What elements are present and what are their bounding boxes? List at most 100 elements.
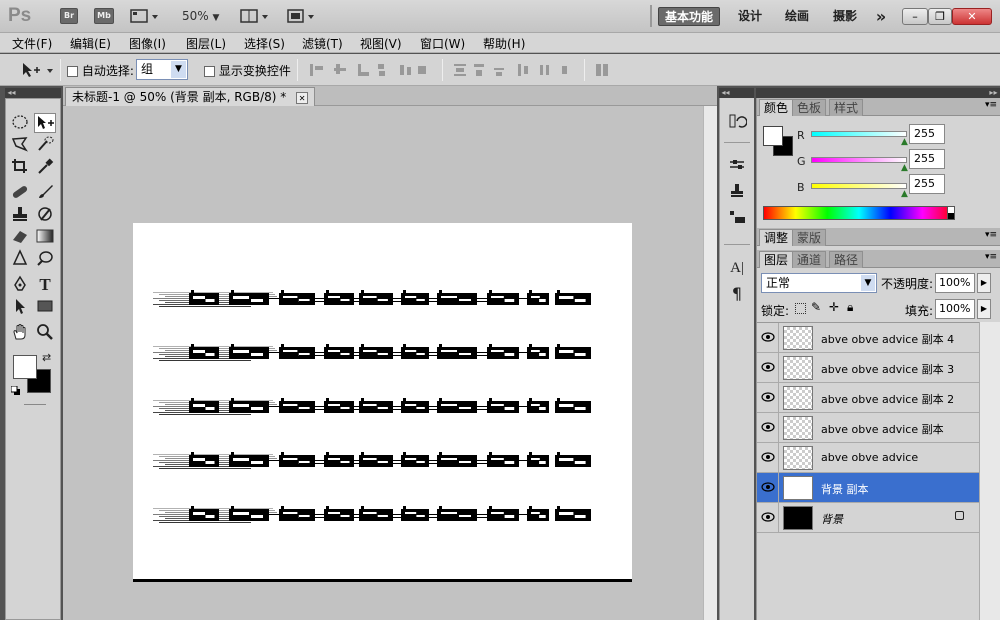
icon-panel-collapse-strip[interactable]: ◂◂ xyxy=(719,88,754,98)
history-brush-tool[interactable] xyxy=(34,205,56,225)
visibility-toggle[interactable] xyxy=(757,413,779,443)
foreground-color-swatch[interactable] xyxy=(13,355,37,379)
layer-row[interactable]: abve obve advice 副本 2 xyxy=(757,383,979,413)
workspace-essentials[interactable]: 基本功能 xyxy=(658,7,720,26)
opacity-arrow-icon[interactable]: ▶ xyxy=(977,273,991,293)
crop-tool[interactable] xyxy=(9,157,31,177)
slider-thumb-icon[interactable]: ▲ xyxy=(901,163,908,173)
fill-arrow-icon[interactable]: ▶ xyxy=(977,299,991,319)
blur-tool[interactable] xyxy=(9,249,31,269)
mini-bridge-button[interactable]: Mb xyxy=(94,8,114,24)
menu-select[interactable]: 选择(S) xyxy=(244,35,285,52)
auto-align-button[interactable] xyxy=(594,61,612,79)
close-button[interactable]: ✕ xyxy=(952,8,992,25)
clone-source-icon[interactable] xyxy=(726,182,748,202)
restore-button[interactable]: ❐ xyxy=(928,8,952,25)
blend-mode-dropdown[interactable]: 正常 ▼ xyxy=(761,273,877,293)
tab-swatches[interactable]: 色板 xyxy=(792,99,827,116)
panels-collapse-strip[interactable]: ▸▸ xyxy=(756,88,1000,98)
lock-position-icon[interactable]: ✛ xyxy=(829,300,839,314)
pen-tool[interactable] xyxy=(9,275,31,295)
brush-presets-icon[interactable] xyxy=(726,156,748,176)
layers-scrollbar[interactable] xyxy=(979,322,1000,620)
layer-row[interactable]: 背景 xyxy=(757,503,979,533)
rectangle-tool[interactable] xyxy=(34,297,56,317)
path-selection-tool[interactable] xyxy=(9,297,31,317)
menu-edit[interactable]: 编辑(E) xyxy=(70,35,111,52)
clone-stamp-tool[interactable] xyxy=(9,205,31,225)
layer-row[interactable]: abve obve advice 副本 xyxy=(757,413,979,443)
swap-colors-icon[interactable]: ⇄ xyxy=(42,351,51,364)
auto-select-checkbox[interactable]: 自动选择: xyxy=(67,62,134,79)
slider-thumb-icon[interactable]: ▲ xyxy=(901,137,908,147)
layer-row[interactable]: 背景 副本 xyxy=(757,473,979,503)
menu-layer[interactable]: 图层(L) xyxy=(186,35,226,52)
distribute-buttons[interactable] xyxy=(452,62,578,78)
menu-image[interactable]: 图像(I) xyxy=(129,35,166,52)
screen-mode-button[interactable] xyxy=(286,8,320,24)
brush-tool[interactable] xyxy=(34,183,56,203)
gradient-tool[interactable] xyxy=(34,227,56,247)
tab-channels[interactable]: 通道 xyxy=(792,251,827,268)
quick-selection-tool[interactable] xyxy=(34,135,56,155)
hand-tool[interactable] xyxy=(9,323,31,343)
channel-g-value[interactable]: 255 xyxy=(909,149,945,169)
character-panel-icon[interactable]: A| xyxy=(726,258,748,278)
quick-mask-button[interactable] xyxy=(24,404,46,407)
menu-file[interactable]: 文件(F) xyxy=(12,35,52,52)
actions-icon[interactable] xyxy=(726,208,748,228)
auto-select-dropdown[interactable]: 组 ▼ xyxy=(136,59,188,80)
menu-filter[interactable]: 滤镜(T) xyxy=(302,35,343,52)
slider-thumb-icon[interactable]: ▲ xyxy=(901,189,908,199)
vertical-scrollbar[interactable] xyxy=(703,106,717,620)
panel-menu-icon[interactable]: ▾≡ xyxy=(985,230,997,240)
view-extras-button[interactable] xyxy=(130,8,160,24)
marquee-tool[interactable] xyxy=(9,113,31,133)
menu-window[interactable]: 窗口(W) xyxy=(420,35,465,52)
close-icon[interactable]: ✕ xyxy=(296,92,309,104)
layer-row[interactable]: abve obve advice 副本 4 xyxy=(757,323,979,353)
canvas[interactable] xyxy=(133,223,632,582)
layer-row[interactable]: abve obve advice 副本 3 xyxy=(757,353,979,383)
channel-g-slider[interactable] xyxy=(811,157,907,163)
tab-color[interactable]: 颜色 xyxy=(759,99,794,116)
minimize-button[interactable]: – xyxy=(902,8,928,25)
workspace-painting[interactable]: 绘画 xyxy=(780,7,814,26)
visibility-toggle[interactable] xyxy=(757,503,779,533)
fill-field[interactable]: 100% xyxy=(935,299,975,319)
workspace-photography[interactable]: 摄影 xyxy=(828,7,862,26)
tab-masks[interactable]: 蒙版 xyxy=(792,229,827,246)
arrange-documents-button[interactable] xyxy=(240,8,274,24)
eraser-tool[interactable] xyxy=(9,227,31,247)
paragraph-panel-icon[interactable]: ¶ xyxy=(726,284,748,304)
align-buttons[interactable] xyxy=(308,62,438,78)
zoom-level-dropdown[interactable]: 50% ▼ xyxy=(182,9,219,23)
move-tool[interactable] xyxy=(34,113,56,133)
spectrum-black-white[interactable] xyxy=(947,206,955,220)
eyedropper-tool[interactable] xyxy=(34,157,56,177)
lasso-tool[interactable] xyxy=(9,135,31,155)
tab-paths[interactable]: 路径 xyxy=(829,251,864,268)
visibility-toggle[interactable] xyxy=(757,323,779,353)
visibility-toggle[interactable] xyxy=(757,353,779,383)
default-colors-icon[interactable] xyxy=(10,385,21,395)
bridge-button[interactable]: Br xyxy=(60,8,78,24)
workspace-design[interactable]: 设计 xyxy=(733,7,767,26)
lock-pixels-icon[interactable]: ✎ xyxy=(811,300,821,314)
toolbox-collapse-strip[interactable]: ◂◂ xyxy=(5,88,61,98)
zoom-tool[interactable] xyxy=(34,323,56,343)
lock-all-icon[interactable]: 🔒︎ xyxy=(847,300,853,315)
color-spectrum-bar[interactable] xyxy=(763,206,955,220)
more-workspaces-button[interactable]: » xyxy=(872,7,890,26)
channel-r-slider[interactable] xyxy=(811,131,907,137)
menu-view[interactable]: 视图(V) xyxy=(360,35,402,52)
layer-row[interactable]: abve obve advice xyxy=(757,443,979,473)
visibility-toggle[interactable] xyxy=(757,473,779,503)
channel-r-value[interactable]: 255 xyxy=(909,124,945,144)
menu-help[interactable]: 帮助(H) xyxy=(483,35,525,52)
panel-menu-icon[interactable]: ▾≡ xyxy=(985,252,997,262)
document-tab[interactable]: 未标题-1 @ 50% (背景 副本, RGB/8) * ✕ xyxy=(65,87,316,106)
color-fg-swatch[interactable] xyxy=(763,126,783,146)
channel-b-slider[interactable] xyxy=(811,183,907,189)
history-panel-icon[interactable] xyxy=(726,112,748,132)
